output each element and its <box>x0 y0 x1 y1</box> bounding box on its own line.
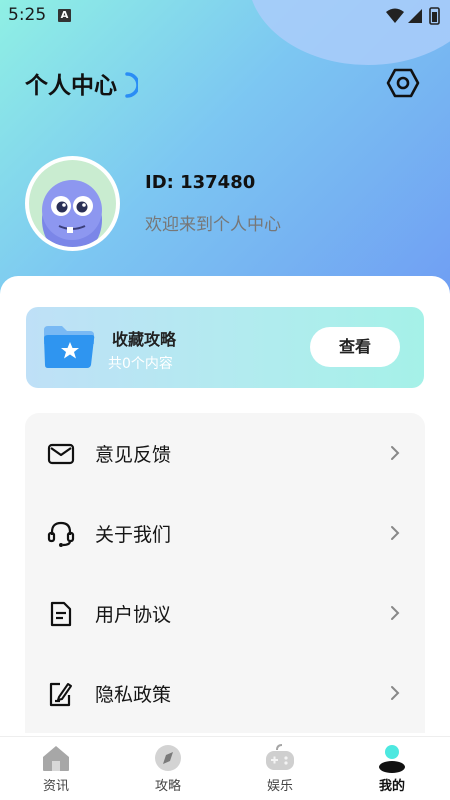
tab-mine[interactable]: 我的 <box>336 737 448 800</box>
chevron-right-icon <box>391 606 400 620</box>
tab-label: 娱乐 <box>266 779 293 794</box>
welcome-text: 欢迎来到个人中心 <box>145 215 281 235</box>
menu-item-label: 用户协议 <box>95 604 172 626</box>
menu-item-label: 隐私政策 <box>95 684 172 706</box>
favorites-title: 收藏攻略 <box>112 330 177 349</box>
profile-icon <box>379 745 405 773</box>
home-icon <box>43 746 69 771</box>
menu-card: 意见反馈 关于我们 用户协议 隐私政策 <box>25 413 425 733</box>
status-time: 5:25 <box>8 5 47 25</box>
edit-note-icon <box>49 682 72 707</box>
signal-icon <box>408 9 422 23</box>
notification-badge: A <box>58 9 71 22</box>
chevron-right-icon <box>391 686 400 700</box>
page-title: 个人中心 <box>25 73 117 99</box>
chevron-right-icon <box>391 526 400 540</box>
menu-item-label: 关于我们 <box>95 524 172 546</box>
menu-item-about[interactable]: 关于我们 <box>25 493 425 573</box>
monster-avatar-image <box>42 180 102 247</box>
folder-star-icon <box>44 326 95 368</box>
chevron-right-icon <box>391 446 400 460</box>
bottom-tab-bar: 资讯 攻略 娱乐 我的 <box>0 736 450 800</box>
menu-item-label: 意见反馈 <box>95 444 172 466</box>
gamepad-icon <box>266 744 294 770</box>
loading-arc-icon <box>125 72 138 98</box>
tab-news[interactable]: 资讯 <box>0 737 112 800</box>
view-favorites-button[interactable]: 查看 <box>310 327 400 367</box>
wifi-icon <box>386 8 404 23</box>
favorites-card[interactable]: 收藏攻略 共0个内容 查看 <box>26 307 424 388</box>
menu-item-privacy-policy[interactable]: 隐私政策 <box>25 653 425 733</box>
status-icons <box>386 7 440 25</box>
tab-guides[interactable]: 攻略 <box>112 737 224 800</box>
favorites-count: 共0个内容 <box>108 356 173 372</box>
tab-entertainment[interactable]: 娱乐 <box>224 737 336 800</box>
avatar[interactable] <box>25 156 120 251</box>
document-icon <box>50 601 72 627</box>
settings-icon[interactable] <box>386 66 420 100</box>
user-id: ID: 137480 <box>145 172 256 193</box>
mail-icon <box>47 443 75 465</box>
compass-icon <box>155 745 181 771</box>
tab-label: 攻略 <box>154 779 181 794</box>
status-bar: 5:25 A <box>0 0 450 32</box>
tab-label: 资讯 <box>42 779 69 794</box>
tab-label: 我的 <box>378 779 405 794</box>
menu-item-feedback[interactable]: 意见反馈 <box>25 413 425 493</box>
menu-item-user-agreement[interactable]: 用户协议 <box>25 573 425 653</box>
headset-icon <box>47 521 75 547</box>
